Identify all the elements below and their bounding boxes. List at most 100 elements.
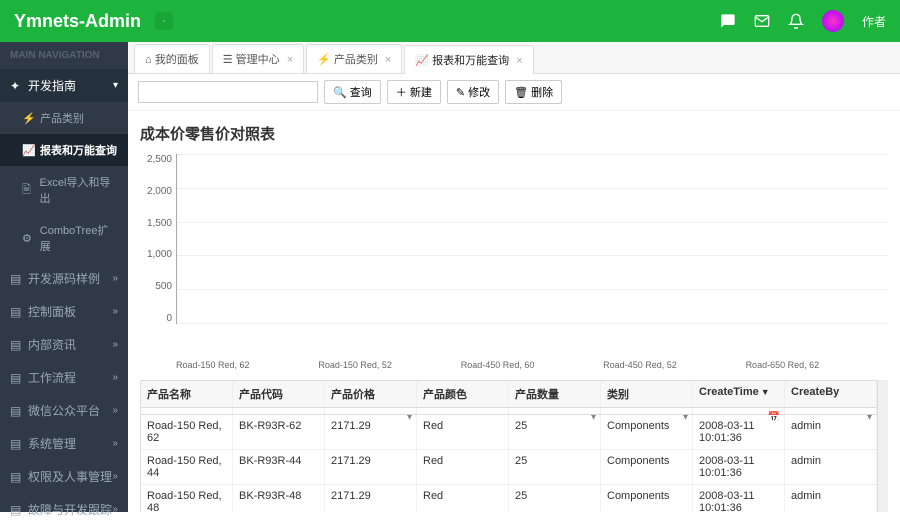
column-header[interactable]: 产品价格 (325, 381, 417, 407)
tabs: ⌂ 我的面板 ☰ 管理中心 × ⚡ 产品类别 × 📈 报表和万能查询 × (128, 42, 900, 74)
chevron-icon: » (112, 339, 118, 350)
menu-icon: ▤ (10, 371, 22, 385)
chevron-icon: » (112, 504, 118, 515)
column-header[interactable]: 产品代码 (233, 381, 325, 407)
tab-report[interactable]: 📈 报表和万能查询 × (404, 45, 533, 74)
add-button[interactable]: ＋ 新建 (387, 80, 441, 104)
filter-cell[interactable]: ▾ (785, 408, 877, 414)
delete-button[interactable]: 🗑 删除 (505, 80, 562, 104)
sidebar-item-report[interactable]: 📈报表和万能查询 (0, 134, 128, 166)
chart-yaxis: 2,5002,0001,5001,0005000 (140, 154, 176, 324)
chevron-icon: » (112, 438, 118, 449)
filter-cell[interactable]: ▾ (325, 408, 417, 414)
filter-cell[interactable] (417, 408, 509, 414)
sidebar: MAIN NAVIGATION ✦ 开发指南 ▾ ⚡产品类别 📈报表和万能查询 … (0, 42, 128, 512)
scrollbar[interactable] (878, 380, 888, 512)
gear-icon[interactable] (155, 12, 173, 30)
chat-icon[interactable] (720, 13, 736, 29)
chart-xaxis: Road-150 Red, 62Road-150 Red, 52Road-450… (176, 360, 888, 370)
sidebar-item[interactable]: ▤微信公众平台» (0, 394, 128, 427)
sidebar-item[interactable]: ▤开发源码样例» (0, 262, 128, 295)
tab-home[interactable]: ⌂ 我的面板 (134, 44, 210, 73)
grid-header: 产品名称产品代码产品价格产品颜色产品数量类别CreateTime▼CreateB… (141, 381, 877, 408)
toolbar: 🔍 查询 ＋ 新建 ✎ 修改 🗑 删除 (128, 74, 900, 111)
sidebar-item[interactable]: ▤控制面板» (0, 295, 128, 328)
sidebar-item[interactable]: ▤权限及人事管理» (0, 460, 128, 493)
grid-filter-row: ▾▾▾📅▾ (141, 408, 877, 415)
close-icon[interactable]: × (287, 54, 293, 66)
sidebar-item[interactable]: ▤工作流程» (0, 361, 128, 394)
edit-button[interactable]: ✎ 修改 (447, 80, 499, 104)
star-icon: ✦ (10, 79, 22, 93)
filter-icon[interactable]: ▾ (683, 412, 688, 423)
filter-cell[interactable]: 📅 (693, 408, 785, 414)
bolt-icon: ⚡ (317, 54, 331, 66)
menu-icon: ▤ (10, 503, 22, 517)
sidebar-item-category[interactable]: ⚡产品类别 (0, 102, 128, 134)
table-row[interactable]: Road-150 Red, 44BK-R93R-442171.29Red25Co… (141, 450, 877, 485)
close-icon[interactable]: × (516, 55, 522, 67)
chevron-icon: » (112, 405, 118, 416)
topbar: Ymnets-Admin 作者 (0, 0, 900, 42)
tab-admin[interactable]: ☰ 管理中心 × (212, 44, 304, 73)
search-input[interactable] (138, 81, 318, 103)
calendar-icon[interactable]: 📅 (768, 412, 780, 423)
pencil-icon: ✎ (456, 87, 465, 99)
chart-title: 成本价零售价对照表 (140, 123, 888, 144)
chevron-icon: » (112, 306, 118, 317)
query-button[interactable]: 🔍 查询 (324, 80, 381, 104)
chart-icon: 📈 (415, 55, 429, 67)
menu-icon: ▤ (10, 470, 22, 484)
brand: Ymnets-Admin (14, 11, 141, 32)
mail-icon[interactable] (754, 13, 770, 29)
column-header[interactable]: CreateBy (785, 381, 877, 407)
filter-cell[interactable]: ▾ (509, 408, 601, 414)
home-icon: ⌂ (145, 54, 152, 66)
chart-plot (176, 154, 888, 324)
file-icon: 🗎 (22, 181, 34, 200)
chart-icon: 📈 (22, 144, 34, 157)
building-icon: ☰ (223, 54, 233, 66)
sidebar-item-combotree[interactable]: ⚙ComboTree扩展 (0, 214, 128, 262)
filter-cell[interactable] (233, 408, 325, 414)
trash-icon: 🗑 (514, 87, 528, 99)
menu-icon: ▤ (10, 338, 22, 352)
chevron-icon: » (112, 471, 118, 482)
filter-icon[interactable]: ▾ (591, 412, 596, 423)
filter-cell[interactable]: ▾ (601, 408, 693, 414)
chevron-icon: » (112, 273, 118, 284)
avatar[interactable] (822, 10, 844, 32)
menu-icon: ▤ (10, 404, 22, 418)
chart: 2,5002,0001,5001,0005000 (140, 154, 888, 354)
username[interactable]: 作者 (862, 13, 886, 30)
chevron-down-icon: ▾ (113, 80, 118, 91)
sidebar-item[interactable]: ▤系统管理» (0, 427, 128, 460)
sidebar-item-excel[interactable]: 🗎Excel导入和导出 (0, 166, 128, 214)
filter-icon[interactable]: ▾ (407, 412, 412, 423)
filter-icon[interactable]: ▾ (867, 412, 872, 423)
plus-icon: ＋ (396, 87, 407, 99)
search-icon: 🔍 (333, 87, 347, 99)
column-header[interactable]: 产品数量 (509, 381, 601, 407)
menu-icon: ▤ (10, 272, 22, 286)
menu-icon: ▤ (10, 305, 22, 319)
filter-cell[interactable] (141, 408, 233, 414)
bolt-icon: ⚡ (22, 112, 34, 125)
sort-desc-icon: ▼ (761, 387, 770, 397)
column-header[interactable]: CreateTime▼ (693, 381, 785, 407)
table-row[interactable]: Road-150 Red, 48BK-R93R-482171.29Red25Co… (141, 485, 877, 512)
data-grid: 产品名称产品代码产品价格产品颜色产品数量类别CreateTime▼CreateB… (140, 380, 878, 512)
close-icon[interactable]: × (385, 54, 391, 66)
column-header[interactable]: 产品颜色 (417, 381, 509, 407)
column-header[interactable]: 类别 (601, 381, 693, 407)
chevron-icon: » (112, 372, 118, 383)
bell-icon[interactable] (788, 13, 804, 29)
tab-category[interactable]: ⚡ 产品类别 × (306, 44, 402, 73)
sidebar-header: MAIN NAVIGATION (0, 42, 128, 69)
tree-icon: ⚙ (22, 232, 34, 245)
column-header[interactable]: 产品名称 (141, 381, 233, 407)
sidebar-item-dev[interactable]: ✦ 开发指南 ▾ (0, 69, 128, 102)
menu-icon: ▤ (10, 437, 22, 451)
sidebar-item[interactable]: ▤内部资讯» (0, 328, 128, 361)
sidebar-item[interactable]: ▤故障与开发跟踪» (0, 493, 128, 526)
